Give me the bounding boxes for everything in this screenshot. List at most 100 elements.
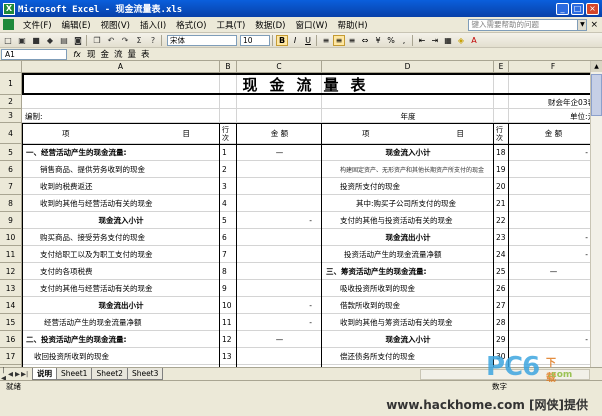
line-number[interactable]: 13 xyxy=(220,348,237,365)
item-label[interactable]: 收到的税费返还 xyxy=(22,178,220,195)
sum-icon[interactable]: Σ xyxy=(133,35,145,46)
line-number[interactable]: 27 xyxy=(494,297,509,314)
minimize-button[interactable]: _ xyxy=(556,2,569,15)
amount-value[interactable] xyxy=(509,212,590,229)
item-label[interactable]: 三、筹资活动产生的现金流量: xyxy=(322,263,494,280)
copy-icon[interactable]: ❐ xyxy=(91,35,103,46)
amount-value[interactable] xyxy=(237,246,322,263)
item-label[interactable]: 支付的其他与投资活动有关的现金 xyxy=(322,212,494,229)
item-label[interactable]: 现金流入小计 xyxy=(22,212,220,229)
amount-value[interactable]: - xyxy=(237,212,322,229)
bold-button[interactable]: B xyxy=(276,34,288,46)
unit-label[interactable]: 单位:元 xyxy=(509,109,590,123)
menu-data[interactable]: 数据(D) xyxy=(250,19,290,31)
item-label[interactable]: 销售商品、提供劳务收到的现金 xyxy=(22,161,220,178)
amount-value[interactable] xyxy=(237,195,322,212)
line-number[interactable]: 18 xyxy=(494,144,509,161)
next-sheet-icon[interactable]: ▶ xyxy=(14,370,21,378)
save-icon[interactable]: ■ xyxy=(30,35,42,46)
new-icon[interactable]: □ xyxy=(2,35,14,46)
row-header[interactable]: 9 xyxy=(0,212,22,229)
amount-value[interactable]: - xyxy=(509,144,590,161)
line-number[interactable]: 5 xyxy=(220,212,237,229)
line-number[interactable]: 1 xyxy=(220,144,237,161)
help-search-input[interactable]: 键入需要帮助的问题 xyxy=(468,18,579,31)
close-button[interactable]: × xyxy=(586,2,599,15)
header-item[interactable]: 项目 xyxy=(322,123,494,144)
scroll-up-icon[interactable]: ▲ xyxy=(591,61,602,72)
help-icon[interactable]: ? xyxy=(147,35,159,46)
line-number[interactable]: 23 xyxy=(494,229,509,246)
tab-shuoming[interactable]: 说明 xyxy=(32,368,57,380)
align-center-icon[interactable]: ≡ xyxy=(333,34,345,46)
item-label[interactable]: 现金流出小计 xyxy=(322,229,494,246)
amount-value[interactable] xyxy=(509,195,590,212)
item-label[interactable]: 现金流入小计 xyxy=(322,331,494,348)
menu-edit[interactable]: 编辑(E) xyxy=(57,19,96,31)
line-number[interactable]: 4 xyxy=(220,195,237,212)
name-box[interactable]: A1 xyxy=(1,48,67,60)
amount-value[interactable]: - xyxy=(509,246,590,263)
item-label[interactable]: 借款所收到的现金 xyxy=(322,297,494,314)
header-item[interactable]: 项目 xyxy=(22,123,220,144)
line-number[interactable]: 12 xyxy=(220,331,237,348)
row-header[interactable]: 15 xyxy=(0,314,22,331)
permission-icon[interactable]: ◆ xyxy=(44,35,56,46)
font-name-select[interactable]: 宋体 xyxy=(167,34,237,46)
header-line-no[interactable]: 行次 xyxy=(494,123,509,144)
amount-value[interactable] xyxy=(509,280,590,297)
percent-button[interactable]: % xyxy=(385,35,397,46)
header-amount[interactable]: 金 额 xyxy=(237,123,322,144)
font-color-icon[interactable]: A xyxy=(468,35,480,46)
amount-value[interactable] xyxy=(237,229,322,246)
item-label[interactable]: 其中:购买子公司所支付的现金 xyxy=(322,195,494,212)
line-number[interactable]: 6 xyxy=(220,229,237,246)
increase-indent-icon[interactable]: ⇥ xyxy=(429,35,441,46)
align-left-icon[interactable]: ≡ xyxy=(320,35,332,46)
workbook-close-icon[interactable]: × xyxy=(590,20,598,30)
row-header[interactable]: 17 xyxy=(0,348,22,365)
menu-insert[interactable]: 插入(I) xyxy=(135,19,171,31)
amount-value[interactable] xyxy=(237,348,322,365)
item-label[interactable]: 吸收投资所收到的现金 xyxy=(322,280,494,297)
row-header[interactable]: 16 xyxy=(0,331,22,348)
menu-format[interactable]: 格式(O) xyxy=(171,19,211,31)
undo-icon[interactable]: ↶ xyxy=(105,35,117,46)
row-header[interactable]: 5 xyxy=(0,144,22,161)
amount-value[interactable] xyxy=(509,314,590,331)
form-number[interactable]: 财会年企03表 xyxy=(509,95,590,109)
header-line-no[interactable]: 行次 xyxy=(220,123,237,144)
item-label[interactable]: 现金流出小计 xyxy=(22,297,220,314)
item-label[interactable]: 收到的其他与经营活动有关的现金 xyxy=(22,195,220,212)
amount-value[interactable] xyxy=(509,297,590,314)
item-label[interactable]: 一、经营活动产生的现金流量: xyxy=(22,144,220,161)
item-label[interactable]: 收到的其他与筹资活动有关的现金 xyxy=(322,314,494,331)
prev-sheet-icon[interactable]: ◀ xyxy=(7,370,14,378)
preview-icon[interactable]: ◙ xyxy=(72,35,84,46)
item-label[interactable]: 收回投资所收到的现金 xyxy=(22,348,220,365)
vertical-scrollbar[interactable]: ▲ xyxy=(590,61,602,367)
align-right-icon[interactable]: ≡ xyxy=(346,35,358,46)
last-sheet-icon[interactable]: ▶| xyxy=(21,370,28,378)
amount-value[interactable] xyxy=(509,161,590,178)
menu-view[interactable]: 视图(V) xyxy=(96,19,135,31)
menu-tools[interactable]: 工具(T) xyxy=(211,19,250,31)
amount-value[interactable]: - xyxy=(509,229,590,246)
line-number[interactable]: 24 xyxy=(494,246,509,263)
help-dropdown-arrow-icon[interactable]: ▼ xyxy=(578,18,588,31)
line-number[interactable]: 8 xyxy=(220,263,237,280)
line-number[interactable]: 2 xyxy=(220,161,237,178)
open-icon[interactable]: ▣ xyxy=(16,35,28,46)
header-amount[interactable]: 金 额 xyxy=(509,123,590,144)
tab-sheet3[interactable]: Sheet3 xyxy=(126,368,164,380)
line-number[interactable]: 3 xyxy=(220,178,237,195)
row-header[interactable]: 12 xyxy=(0,263,22,280)
amount-value[interactable] xyxy=(237,178,322,195)
amount-value[interactable]: - xyxy=(237,297,322,314)
amount-value[interactable]: - xyxy=(509,331,590,348)
redo-icon[interactable]: ↷ xyxy=(119,35,131,46)
item-label[interactable]: 投资活动产生的现金流量净额 xyxy=(322,246,494,263)
column-header-e[interactable]: E xyxy=(494,61,509,73)
tab-sheet2[interactable]: Sheet2 xyxy=(91,368,128,380)
line-number[interactable]: 21 xyxy=(494,195,509,212)
